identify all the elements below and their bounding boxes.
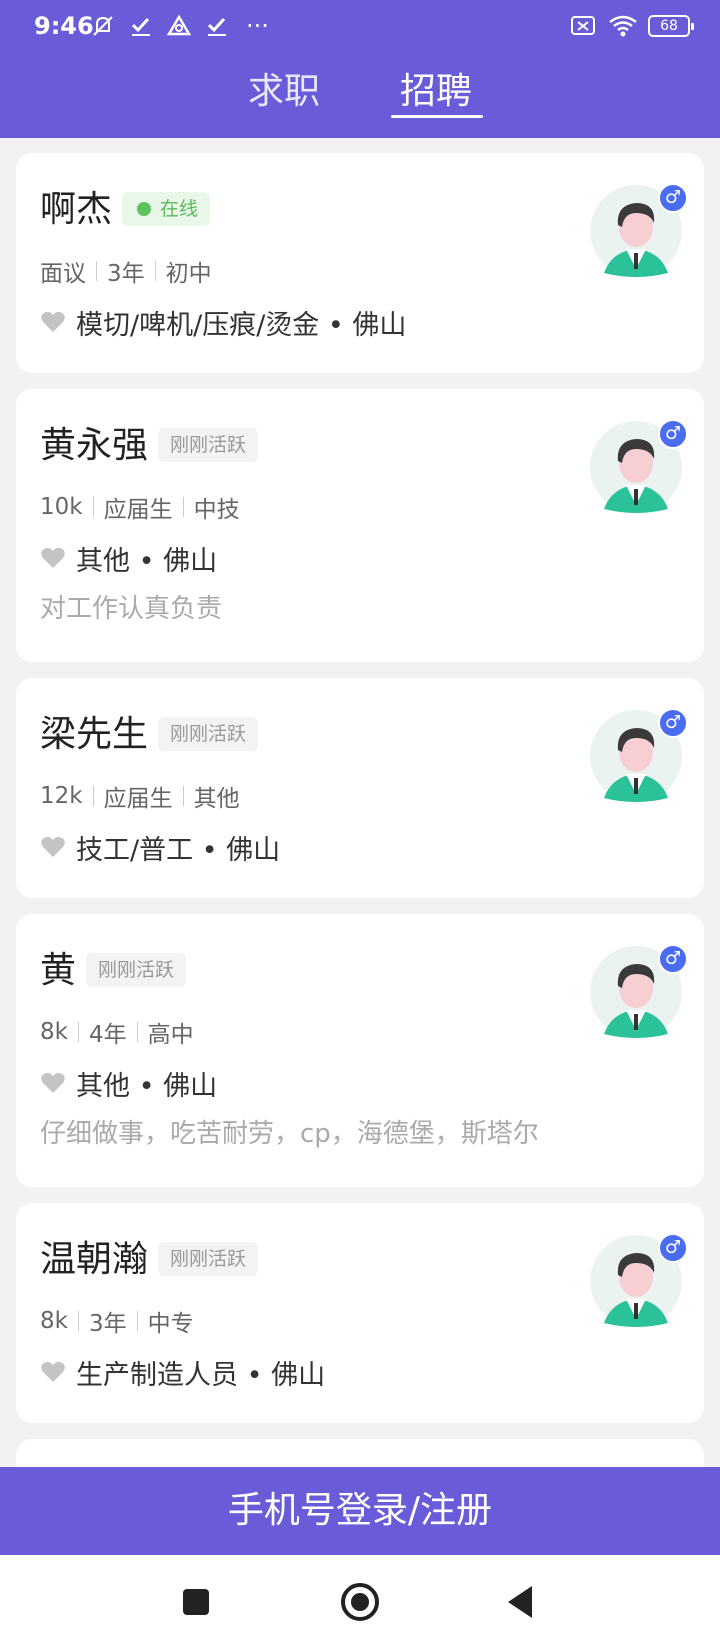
candidate-card[interactable]: 黄 刚刚活跃 8k 4年 高中 其他 • 佛山 仔细做事，吃苦耐劳，cp，海德堡… bbox=[16, 914, 704, 1187]
more-dots: ··· bbox=[246, 12, 269, 40]
battery-icon: 68 bbox=[648, 15, 694, 37]
tab-job-seeking[interactable]: 求职 bbox=[248, 70, 320, 114]
candidate-card[interactable]: 温朝瀚 刚刚活跃 8k 3年 中专 生产制造人员 • 佛山 ♂ bbox=[16, 1203, 704, 1423]
avatar: ♂ bbox=[590, 183, 688, 277]
candidate-skills: 模切/啤机/压痕/烫金 • 佛山 bbox=[40, 304, 407, 341]
nav-square-icon[interactable] bbox=[176, 1582, 216, 1622]
status-bar: 9:46 ··· 68 bbox=[0, 0, 720, 54]
status-badge-label: 在线 bbox=[160, 198, 199, 220]
skills-text: 生产制造人员 • 佛山 bbox=[76, 1359, 326, 1391]
heart-icon bbox=[41, 836, 65, 857]
heart-icon bbox=[41, 1072, 65, 1093]
meta-experience: 4年 bbox=[88, 1022, 127, 1048]
candidate-meta: 面议 3年 初中 bbox=[40, 256, 212, 287]
check-icon bbox=[207, 17, 226, 36]
meta-education: 中技 bbox=[193, 497, 240, 523]
meta-salary: 10k bbox=[40, 494, 83, 520]
heart-icon bbox=[41, 311, 65, 332]
triangle-app-icon bbox=[166, 14, 192, 36]
meta-education: 中专 bbox=[147, 1311, 194, 1337]
skills-text: 模切/啤机/压痕/烫金 • 佛山 bbox=[76, 309, 407, 341]
divider bbox=[136, 1311, 138, 1331]
divider bbox=[77, 1311, 79, 1331]
nav-circle-icon[interactable] bbox=[340, 1582, 380, 1622]
candidate-intro: 对工作认真负责 bbox=[40, 594, 223, 624]
meta-salary: 面议 bbox=[40, 261, 86, 287]
meta-experience: 应届生 bbox=[103, 497, 173, 523]
skills-text: 其他 • 佛山 bbox=[76, 545, 218, 577]
meta-education: 初中 bbox=[165, 261, 212, 287]
candidate-meta: 8k 3年 中专 bbox=[40, 1306, 194, 1337]
candidate-skills: 生产制造人员 • 佛山 bbox=[40, 1354, 326, 1391]
meta-experience: 应届生 bbox=[103, 786, 173, 812]
wifi-icon bbox=[609, 15, 637, 37]
status-time: 9:46 bbox=[34, 12, 94, 40]
notification-icons: ··· bbox=[90, 12, 269, 40]
heart-icon bbox=[41, 547, 65, 568]
status-badge: 刚刚活跃 bbox=[158, 1242, 259, 1276]
active-tab-indicator bbox=[391, 115, 483, 118]
sim-off-icon bbox=[571, 16, 595, 35]
avatar: ♂ bbox=[590, 1233, 688, 1327]
divider bbox=[77, 1022, 79, 1042]
status-badge: 刚刚活跃 bbox=[158, 428, 259, 462]
meta-education: 高中 bbox=[147, 1022, 194, 1048]
skills-text: 其他 • 佛山 bbox=[76, 1070, 218, 1102]
candidate-name: 黄 bbox=[40, 950, 77, 991]
status-badge: 刚刚活跃 bbox=[86, 953, 187, 987]
online-dot-icon bbox=[137, 202, 151, 216]
system-nav-bar bbox=[0, 1555, 720, 1650]
candidate-meta: 10k 应届生 中技 bbox=[40, 492, 240, 523]
candidate-card[interactable]: 梁先生 刚刚活跃 12k 应届生 其他 技工/普工 • 佛山 ♂ bbox=[16, 678, 704, 898]
candidate-name: 黄永强 bbox=[40, 425, 149, 466]
tab-recruiting[interactable]: 招聘 bbox=[400, 70, 472, 114]
divider bbox=[136, 1022, 138, 1042]
mute-bell-icon bbox=[93, 16, 113, 36]
system-icons: 68 bbox=[568, 14, 694, 38]
status-badge: 刚刚活跃 bbox=[158, 717, 259, 751]
meta-salary: 8k bbox=[40, 1019, 68, 1045]
male-icon: ♂ bbox=[658, 183, 688, 213]
meta-experience: 3年 bbox=[88, 1311, 127, 1337]
male-icon: ♂ bbox=[658, 944, 688, 974]
candidate-skills: 其他 • 佛山 bbox=[40, 1065, 218, 1102]
skills-text: 技工/普工 • 佛山 bbox=[76, 834, 281, 866]
candidate-intro: 仔细做事，吃苦耐劳，cp，海德堡，斯塔尔 bbox=[40, 1119, 539, 1149]
candidate-skills: 技工/普工 • 佛山 bbox=[40, 829, 281, 866]
status-badge: 在线 bbox=[122, 192, 211, 226]
check-icon bbox=[131, 17, 150, 36]
candidate-meta: 8k 4年 高中 bbox=[40, 1017, 194, 1048]
divider bbox=[154, 261, 156, 281]
avatar: ♂ bbox=[590, 708, 688, 802]
divider bbox=[96, 261, 97, 281]
top-tab-bar: 求职 招聘 bbox=[0, 54, 720, 138]
candidate-name: 啊杰 bbox=[40, 189, 113, 230]
nav-back-icon[interactable] bbox=[502, 1582, 542, 1622]
avatar: ♂ bbox=[590, 419, 688, 513]
divider bbox=[92, 497, 94, 517]
avatar: ♂ bbox=[590, 944, 688, 1038]
meta-salary: 12k bbox=[40, 783, 83, 809]
meta-salary: 8k bbox=[40, 1308, 68, 1334]
male-icon: ♂ bbox=[658, 708, 688, 738]
male-icon: ♂ bbox=[658, 1233, 688, 1263]
heart-icon bbox=[41, 1361, 65, 1382]
meta-education: 其他 bbox=[193, 786, 240, 812]
candidate-meta: 12k 应届生 其他 bbox=[40, 781, 240, 812]
male-icon: ♂ bbox=[658, 419, 688, 449]
divider bbox=[182, 497, 184, 517]
candidate-card[interactable]: 啊杰 在线 面议 3年 初中 模切/啤机/压痕/烫金 • 佛山 ♂ bbox=[16, 153, 704, 373]
candidate-card[interactable]: 黄永强 刚刚活跃 10k 应届生 中技 其他 • 佛山 对工作认真负责 ♂ bbox=[16, 389, 704, 662]
login-register-button[interactable]: 手机号登录/注册 bbox=[0, 1467, 720, 1555]
divider bbox=[182, 786, 184, 806]
candidate-name: 温朝瀚 bbox=[40, 1239, 149, 1280]
candidate-name: 梁先生 bbox=[40, 714, 149, 755]
divider bbox=[92, 786, 94, 806]
meta-experience: 3年 bbox=[107, 261, 145, 287]
candidate-skills: 其他 • 佛山 bbox=[40, 540, 218, 577]
battery-level: 68 bbox=[660, 18, 678, 34]
